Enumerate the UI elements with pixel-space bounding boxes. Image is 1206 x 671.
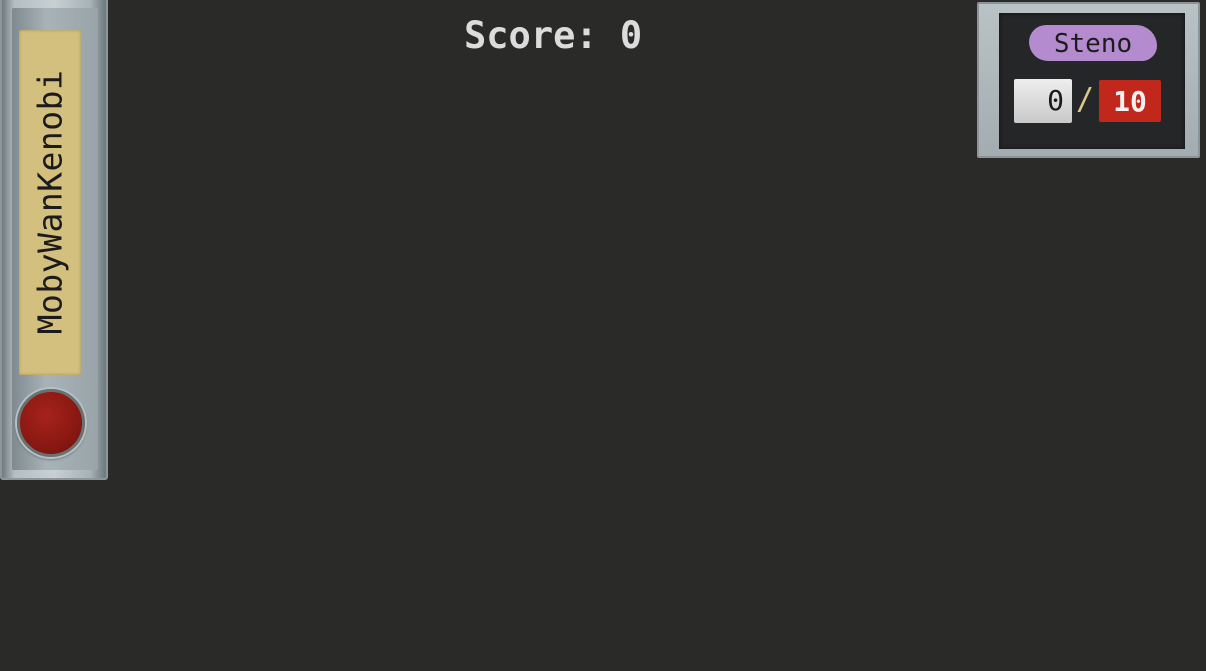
mode-badge: Steno: [1029, 25, 1157, 61]
game-stage: Score: 0 MobyWanKenobi Steno 0 / 10: [0, 0, 1206, 671]
progress-current-count: 0: [1014, 79, 1072, 123]
score-display: Score: 0: [464, 14, 643, 57]
player-name: MobyWanKenobi: [30, 69, 70, 335]
progress-total-count: 10: [1099, 80, 1161, 122]
progress-separator: /: [1075, 82, 1095, 117]
buzzer-button[interactable]: [17, 389, 85, 457]
